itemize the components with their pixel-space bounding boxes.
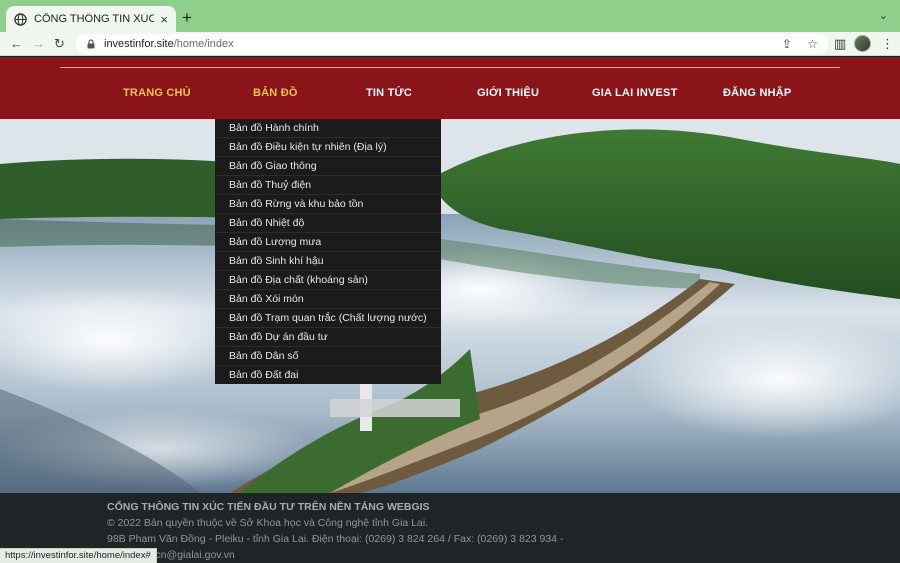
reload-button[interactable]: ↻: [54, 36, 65, 52]
url-path: /home/index: [173, 38, 234, 50]
footer-title: CỔNG THÔNG TIN XÚC TIẾN ĐẦU TƯ TRÊN NỀN …: [107, 501, 430, 513]
tab-title: CỔNG THÔNG TIN XÚC TIẾN Đ: [34, 13, 155, 25]
new-tab-button[interactable]: +: [182, 9, 192, 26]
nav-item-tin-tuc[interactable]: TIN TỨC: [366, 87, 412, 99]
browser-menu-icon[interactable]: ⋮: [881, 36, 894, 52]
footer-copyright: © 2022 Bản quyền thuộc về Sở Khoa học và…: [107, 517, 429, 529]
nav-item-gioi-thieu[interactable]: GIỚI THIỆU: [477, 87, 539, 99]
tab-close-icon[interactable]: ×: [160, 12, 168, 27]
footer-address: 98B Phạm Văn Đồng - Pleiku - tỉnh Gia La…: [107, 533, 564, 545]
nav-item-trang-chu[interactable]: TRANG CHỦ: [123, 87, 191, 99]
ban-do-dropdown-menu: Bản đồ Hành chính Bản đồ Điều kiện tự nh…: [215, 119, 441, 384]
bookmark-star-icon[interactable]: ☆: [807, 37, 818, 51]
footer-email[interactable]: Email: skhcn@gialai.gov.vn: [107, 549, 900, 561]
dropdown-item[interactable]: Bản đồ Dự án đầu tư: [215, 328, 441, 347]
dropdown-item[interactable]: Bản đồ Rừng và khu bảo tồn: [215, 195, 441, 214]
dropdown-item[interactable]: Bản đồ Nhiệt độ: [215, 214, 441, 233]
dropdown-item[interactable]: Bản đồ Địa chất (khoáng sản): [215, 271, 441, 290]
address-bar[interactable]: investinfor.site/home/index ⇪ ☆: [76, 34, 828, 54]
share-icon[interactable]: ⇪: [782, 37, 792, 51]
globe-icon: [14, 12, 27, 26]
nav-item-ban-do[interactable]: BẢN ĐỒ: [253, 87, 298, 99]
side-panel-icon[interactable]: ▥: [834, 36, 846, 52]
browser-tab-strip: CỔNG THÔNG TIN XÚC TIẾN Đ × + ⌄: [0, 0, 900, 32]
dropdown-item[interactable]: Bản đồ Thuỷ điện: [215, 176, 441, 195]
forward-button[interactable]: →: [32, 36, 45, 52]
browser-toolbar: ← → ↻ investinfor.site/home/index ⇪ ☆ ▥ …: [0, 32, 900, 56]
dropdown-item[interactable]: Bản đồ Lượng mưa: [215, 233, 441, 252]
nav-item-dang-nhap[interactable]: ĐĂNG NHẬP: [723, 87, 791, 99]
dropdown-item[interactable]: Bản đồ Điều kiện tự nhiên (Địa lý): [215, 138, 441, 157]
url-host: investinfor.site: [104, 38, 174, 50]
tab-search-icon[interactable]: ⌄: [879, 9, 888, 22]
dropdown-item[interactable]: Bản đồ Giao thông: [215, 157, 441, 176]
dropdown-item[interactable]: Bản đồ Đất đai: [215, 366, 441, 385]
hero-image: [0, 119, 900, 493]
dropdown-item[interactable]: Bản đồ Dân số: [215, 347, 441, 366]
status-bar-url: https://investinfor.site/home/index#: [0, 548, 157, 563]
browser-tab[interactable]: CỔNG THÔNG TIN XÚC TIẾN Đ ×: [6, 6, 176, 32]
dropdown-item[interactable]: Bản đồ Hành chính: [215, 119, 441, 138]
back-button[interactable]: ←: [10, 36, 23, 52]
lake-landscape-illustration: [0, 119, 900, 493]
lock-icon[interactable]: [86, 39, 96, 49]
nav-item-gia-lai-invest[interactable]: GIA LAI INVEST: [592, 87, 678, 99]
nav-divider: [60, 67, 840, 68]
dropdown-item[interactable]: Bản đồ Sinh khí hậu: [215, 252, 441, 271]
site-navigation: TRANG CHỦ BẢN ĐỒ TIN TỨC GIỚI THIỆU GIA …: [0, 57, 900, 119]
profile-avatar[interactable]: [854, 35, 871, 52]
dropdown-item[interactable]: Bản đồ Trạm quan trắc (Chất lượng nước): [215, 309, 441, 328]
dropdown-item[interactable]: Bản đồ Xói mòn: [215, 290, 441, 309]
